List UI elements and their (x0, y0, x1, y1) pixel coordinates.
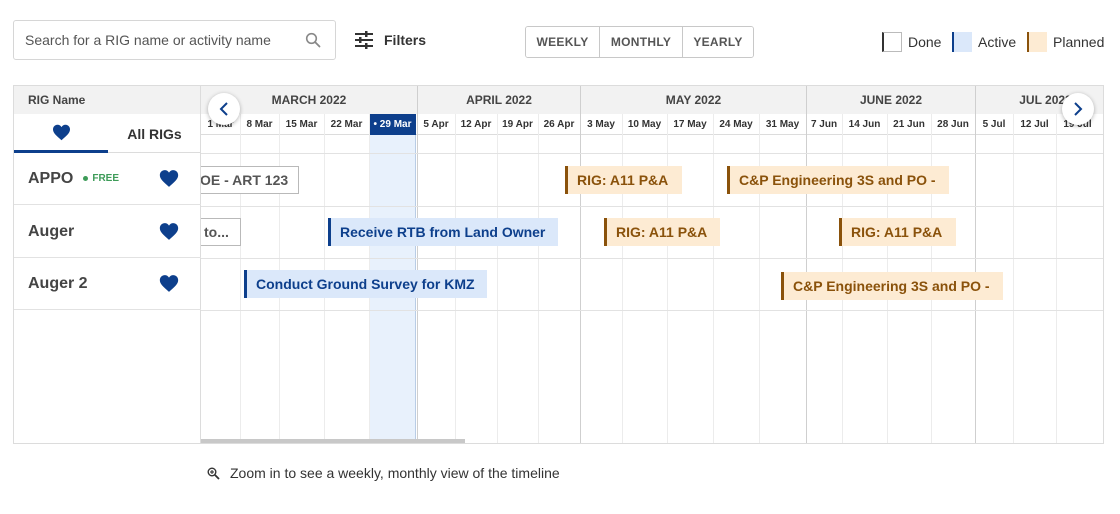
week-label: 17 May (673, 119, 707, 130)
week-label: 31 May (765, 119, 800, 130)
chevron-left-icon (219, 102, 228, 116)
activity-bar-planned[interactable]: C&P Engineering 3S and PO - (727, 166, 949, 194)
today-label: 29 Mar (379, 119, 412, 130)
week-label: 19 Apr (502, 119, 533, 130)
activity-bar-planned[interactable]: C&P Engineering 3S and PO - (781, 272, 1003, 300)
legend-swatch-done (882, 32, 902, 52)
month-header: MARCH 2022 APRIL 2022 MAY 2022 JUNE 2022… (201, 86, 1103, 114)
chevron-right-icon (1074, 102, 1083, 116)
tab-all-rigs[interactable]: All RIGs (108, 114, 201, 153)
week-label: 5 Apr (423, 119, 449, 130)
tab-yearly[interactable]: YEARLY (683, 27, 753, 57)
tab-all-rigs-label: All RIGs (127, 125, 182, 142)
month-divider (580, 86, 581, 443)
week-label: 5 Jul (982, 119, 1006, 130)
rig-name: Auger 2 (28, 274, 88, 292)
heart-icon[interactable] (159, 169, 179, 188)
activity-bar-active[interactable]: Conduct Ground Survey for KMZ (244, 270, 487, 298)
week-label: 8 Mar (246, 119, 273, 130)
grid-line (538, 114, 539, 443)
tab-monthly[interactable]: MONTHLY (600, 27, 683, 57)
legend-label-active: Active (978, 34, 1017, 50)
row-divider (201, 310, 1103, 311)
legend-label-planned: Planned (1053, 34, 1105, 50)
search-box[interactable] (13, 20, 336, 60)
gantt-grid: RIG Name All RIGs APPO FREE Auger Auger … (13, 85, 1104, 444)
horizontal-scrollbar[interactable] (201, 439, 465, 443)
rig-tabs: All RIGs (14, 114, 201, 153)
status-badge: FREE (83, 173, 119, 184)
week-label: 14 Jun (848, 119, 881, 130)
heart-icon[interactable] (159, 222, 179, 241)
grid-line (1056, 114, 1057, 443)
timeline[interactable]: MARCH 2022 APRIL 2022 MAY 2022 JUNE 2022… (201, 86, 1103, 443)
week-label: 12 Jul (1020, 119, 1049, 130)
filters-label: Filters (384, 32, 427, 48)
week-label: 10 May (627, 119, 662, 130)
rig-row-auger-2[interactable]: Auger 2 (14, 258, 201, 310)
week-label: 7 Jun (810, 119, 838, 130)
legend-label-done: Done (908, 34, 942, 50)
activity-bar-planned[interactable]: RIG: A11 P&A (604, 218, 720, 246)
activity-bar-done[interactable]: to... (201, 218, 241, 246)
month-divider (975, 86, 976, 443)
week-label: 26 Apr (543, 119, 575, 130)
grid-line (622, 114, 623, 443)
heart-icon (52, 124, 70, 140)
week-label: 24 May (719, 119, 753, 130)
grid-line (497, 114, 498, 443)
grid-line (713, 114, 714, 443)
week-header: 1 Mar 8 Mar 15 Mar 22 Mar • 29 Mar 5 Apr… (201, 114, 1103, 135)
grid-line (759, 114, 760, 443)
activity-bar-planned[interactable]: RIG: A11 P&A (839, 218, 956, 246)
rig-row-appo[interactable]: APPO FREE (14, 153, 201, 205)
view-switcher: WEEKLY MONTHLY YEARLY (525, 26, 754, 58)
legend-done: Done (882, 31, 941, 53)
week-label: 12 Apr (460, 119, 492, 130)
search-input[interactable] (14, 21, 299, 59)
week-label: 21 Jun (893, 119, 925, 130)
grid-line (240, 114, 241, 443)
rig-name: Auger (28, 222, 75, 240)
activity-bar-done[interactable]: OE - ART 123 (201, 166, 299, 194)
zoom-hint-text: Zoom in to see a weekly, monthly view of… (230, 465, 560, 481)
rig-row-auger[interactable]: Auger (14, 206, 201, 258)
scroll-right-button[interactable] (1062, 93, 1094, 125)
row-divider (201, 153, 1103, 154)
month-label: APRIL 2022 (417, 86, 580, 114)
tab-weekly[interactable]: WEEKLY (526, 27, 600, 57)
week-label: 15 Mar (285, 119, 318, 130)
week-label-today: • 29 Mar (369, 114, 416, 135)
week-label: 22 Mar (330, 119, 363, 130)
legend-swatch-planned (1027, 32, 1047, 52)
legend-swatch-active (952, 32, 972, 52)
zoom-hint: Zoom in to see a weekly, monthly view of… (207, 465, 560, 481)
zoom-in-icon (207, 467, 220, 480)
month-label: JUNE 2022 (806, 86, 975, 114)
rig-column: RIG Name All RIGs APPO FREE Auger Auger … (14, 86, 201, 443)
rig-name: APPO (28, 169, 74, 187)
rig-name-header: RIG Name (14, 86, 200, 114)
month-divider (806, 86, 807, 443)
activity-bar-planned[interactable]: RIG: A11 P&A (565, 166, 682, 194)
filters-button[interactable]: Filters (354, 29, 426, 51)
row-divider (201, 206, 1103, 207)
scroll-left-button[interactable] (208, 93, 240, 125)
week-label: 28 Jun (937, 119, 969, 130)
grid-line (1013, 114, 1014, 443)
search-icon[interactable] (305, 32, 321, 48)
heart-icon[interactable] (159, 274, 179, 293)
sliders-icon (355, 31, 373, 49)
legend-active: Active (952, 31, 1016, 53)
grid-line (667, 114, 668, 443)
month-divider (417, 86, 418, 443)
row-divider (201, 258, 1103, 259)
week-label: 3 May (587, 119, 615, 130)
activity-bar-active[interactable]: Receive RTB from Land Owner (328, 218, 558, 246)
tab-favorites[interactable] (14, 114, 108, 153)
legend-planned: Planned (1027, 31, 1104, 53)
month-label: MAY 2022 (580, 86, 806, 114)
